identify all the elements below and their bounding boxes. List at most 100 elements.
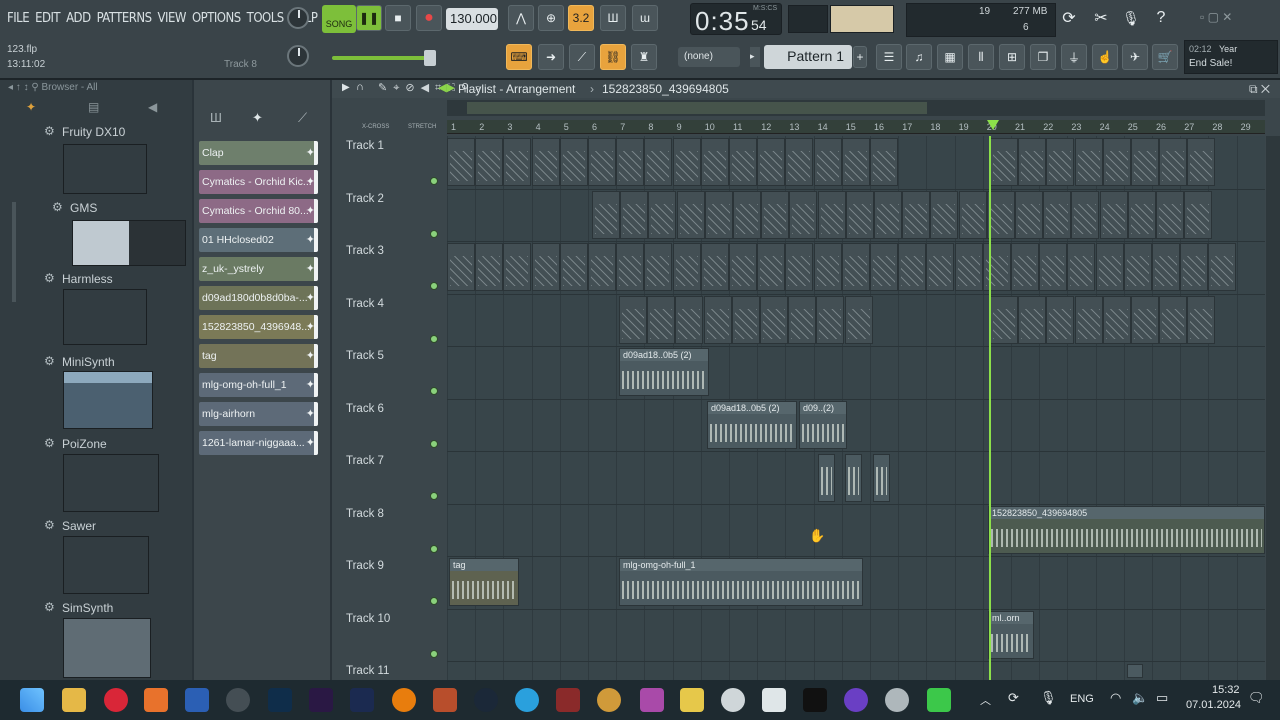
- channel-button[interactable]: mlg-airhorn ✦: [199, 402, 318, 426]
- track-mute-led[interactable]: [430, 387, 438, 395]
- pattern-clip[interactable]: [1187, 295, 1216, 344]
- pattern-clip[interactable]: [1071, 190, 1100, 239]
- app-icon[interactable]: [844, 688, 868, 712]
- pattern-clip[interactable]: [760, 295, 788, 344]
- pattern-clip[interactable]: [1067, 243, 1096, 291]
- pattern-clip[interactable]: [1046, 138, 1075, 186]
- channel-button[interactable]: tag ✦: [199, 344, 318, 368]
- pattern-clip[interactable]: [700, 138, 729, 186]
- pattern-clip[interactable]: [990, 295, 1018, 344]
- channel-button[interactable]: z_uk-_ystrely ✦: [199, 257, 318, 281]
- master-pitch-knob[interactable]: [287, 45, 309, 67]
- pattern-clip[interactable]: [1074, 138, 1103, 186]
- channel-button[interactable]: d09ad180d0b8d0ba-... ✦: [199, 286, 318, 310]
- window-controls[interactable]: ▫ ▢ ✕: [1200, 10, 1232, 24]
- pattern-clip[interactable]: [845, 190, 874, 239]
- pattern-clip[interactable]: [817, 190, 846, 239]
- pattern-clip[interactable]: [1159, 295, 1188, 344]
- stop-button[interactable]: ■: [385, 5, 411, 31]
- piano-roll-icon[interactable]: ♫: [906, 44, 932, 70]
- pattern-clip[interactable]: [676, 190, 705, 239]
- track-mute-led[interactable]: [430, 597, 438, 605]
- typing-keyboard-icon[interactable]: ⌨: [506, 44, 532, 70]
- track-name[interactable]: Track 5: [346, 350, 384, 362]
- menu-file[interactable]: FILE: [6, 11, 30, 26]
- chevron-up-icon[interactable]: ︿: [980, 692, 991, 708]
- pattern-clip[interactable]: [531, 138, 560, 186]
- arrangement-icon[interactable]: ◀▶: [438, 81, 455, 94]
- menu-patterns[interactable]: PATTERNS: [96, 11, 153, 26]
- audio-clip[interactable]: mlg-omg-oh-full_1: [619, 558, 863, 606]
- track-mute-led[interactable]: [430, 439, 438, 448]
- track-name[interactable]: Track 2: [346, 193, 384, 205]
- browser-scrollbar[interactable]: [12, 202, 16, 302]
- pattern-clip[interactable]: [704, 190, 733, 239]
- pattern-clip[interactable]: [1156, 190, 1184, 239]
- pattern-clip[interactable]: [592, 190, 620, 239]
- pattern-clip[interactable]: [729, 138, 757, 186]
- pattern-selector[interactable]: (none): [678, 47, 740, 67]
- app-icon[interactable]: [433, 688, 457, 712]
- horizontal-scrollbar[interactable]: [447, 100, 1265, 116]
- link-icon[interactable]: ⛓: [600, 44, 626, 70]
- pattern-clip[interactable]: [898, 243, 927, 291]
- channel-button[interactable]: Cymatics - Orchid Kic... ✦: [199, 170, 318, 194]
- pattern-clip[interactable]: [789, 190, 818, 239]
- pattern-clip[interactable]: [1187, 138, 1216, 186]
- channel-select-indicator[interactable]: [314, 228, 318, 252]
- plugin-picker-icon[interactable]: ⊞: [999, 44, 1025, 70]
- channel-rack-icon[interactable]: ▦: [937, 44, 963, 70]
- plug-icon[interactable]: ⏚: [1061, 44, 1087, 70]
- channel-select-indicator[interactable]: [314, 431, 318, 455]
- wait-input-icon[interactable]: ⊕: [538, 5, 564, 31]
- browser-tab-files-icon[interactable]: ▤: [88, 100, 99, 114]
- pattern-clip[interactable]: [1102, 138, 1131, 186]
- pattern-clip[interactable]: [757, 138, 786, 186]
- pattern-arrow-icon[interactable]: ▸: [750, 47, 760, 67]
- countdown-button[interactable]: 3.2: [568, 5, 594, 31]
- track-mute-led[interactable]: [430, 334, 438, 343]
- pattern-clip[interactable]: [841, 243, 870, 291]
- pattern-clip[interactable]: [930, 190, 959, 239]
- fl-studio-icon[interactable]: [144, 688, 168, 712]
- premiere-icon[interactable]: [309, 688, 333, 712]
- pattern-clip[interactable]: [731, 295, 760, 344]
- pattern-clip[interactable]: [644, 138, 673, 186]
- pattern-clip[interactable]: [982, 243, 1011, 291]
- audio-clip[interactable]: tag: [449, 558, 519, 606]
- channel-select-indicator[interactable]: [314, 141, 318, 165]
- pattern-clip[interactable]: [1159, 138, 1188, 186]
- channel-select-indicator[interactable]: [314, 373, 318, 397]
- track-name[interactable]: Track 8: [346, 508, 384, 520]
- help-icon[interactable]: ?: [1148, 5, 1174, 31]
- audio-clip[interactable]: [845, 454, 862, 502]
- channel-select-indicator[interactable]: [314, 170, 318, 194]
- pattern-clip[interactable]: [926, 243, 955, 291]
- audio-clip[interactable]: d09ad18..0b5 (2): [707, 401, 797, 449]
- audio-clip[interactable]: d09ad18..0b5 (2): [619, 348, 709, 396]
- pattern-clip[interactable]: [1074, 295, 1103, 344]
- play-icon[interactable]: ▶: [342, 82, 350, 93]
- record-button[interactable]: ●: [416, 5, 442, 31]
- arrow-right-icon[interactable]: ➜: [538, 44, 564, 70]
- pattern-name[interactable]: Pattern 1: [764, 45, 852, 69]
- master-volume-slider[interactable]: [332, 56, 436, 60]
- clock-date[interactable]: 07.01.2024: [1186, 699, 1241, 711]
- pattern-clip[interactable]: [1131, 295, 1159, 344]
- menu-view[interactable]: VIEW: [157, 11, 187, 26]
- channel-button[interactable]: 01 HHclosed02 ✦: [199, 228, 318, 252]
- track-mute-led[interactable]: [430, 229, 438, 238]
- pattern-clip[interactable]: [559, 243, 588, 291]
- pattern-clip[interactable]: [1011, 243, 1039, 291]
- browser-tab-all-icon[interactable]: ✦: [26, 100, 36, 114]
- pattern-clip[interactable]: [1018, 138, 1047, 186]
- pattern-clip[interactable]: [870, 138, 898, 186]
- multi-icon[interactable]: ✦: [252, 110, 263, 126]
- track-mute-led[interactable]: [430, 282, 438, 290]
- app-icon[interactable]: [927, 688, 951, 712]
- clock-time[interactable]: 15:32: [1212, 684, 1240, 696]
- pattern-clip[interactable]: [757, 243, 786, 291]
- pattern-clip[interactable]: [475, 243, 504, 291]
- language-indicator[interactable]: ENG: [1070, 693, 1094, 705]
- channel-button[interactable]: Clap ✦: [199, 141, 318, 165]
